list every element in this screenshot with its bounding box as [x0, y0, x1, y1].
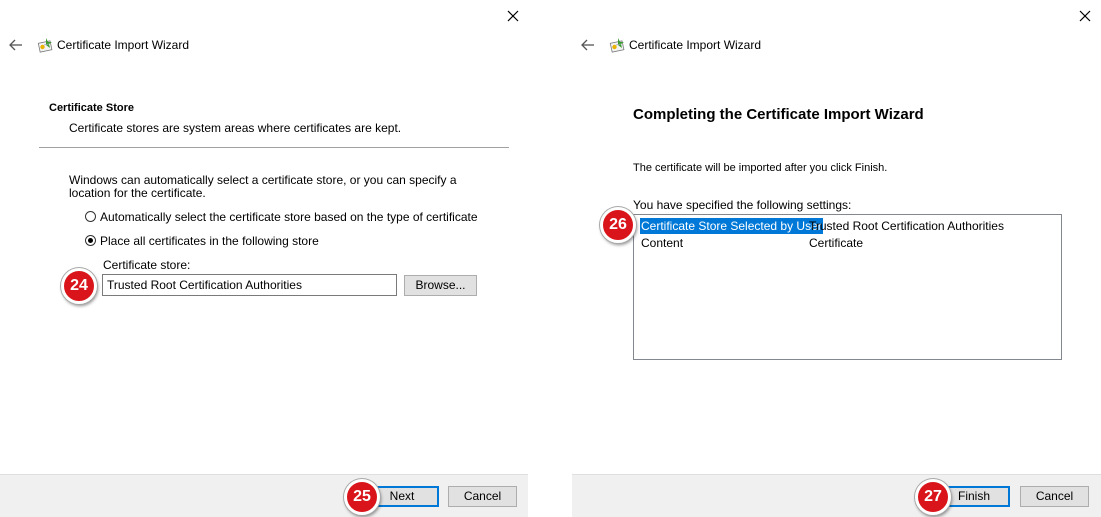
- radio-place-label: Place all certificates in the following …: [100, 234, 319, 248]
- settings-value: Certificate: [809, 236, 864, 250]
- browse-button[interactable]: Browse...: [404, 275, 477, 296]
- back-arrow-icon[interactable]: [580, 37, 596, 53]
- settings-row[interactable]: Content Certificate: [640, 235, 1055, 251]
- step-badge-25: 25: [344, 479, 380, 515]
- step-badge-26: 26: [600, 207, 636, 243]
- intro-text: Windows can automatically select a certi…: [69, 173, 457, 200]
- certificate-store-window: Certificate Import Wizard Certificate St…: [0, 0, 528, 517]
- settings-label: You have specified the following setting…: [633, 198, 852, 212]
- wizard-footer: Finish Cancel 27: [572, 474, 1101, 517]
- step-badge-24: 24: [61, 268, 97, 304]
- window-title: Certificate Import Wizard: [57, 38, 190, 52]
- close-icon[interactable]: [503, 6, 523, 26]
- section-description: Certificate stores are system areas wher…: [69, 121, 402, 135]
- certificate-wizard-icon: [609, 38, 625, 53]
- radio-place-in-store[interactable]: Place all certificates in the following …: [85, 234, 345, 250]
- step-badge-27: 27: [915, 479, 951, 515]
- completing-wizard-window: Certificate Import Wizard Completing the…: [572, 0, 1101, 517]
- radio-auto-indicator[interactable]: [85, 211, 96, 222]
- certificate-store-field[interactable]: Trusted Root Certification Authorities: [102, 274, 397, 296]
- certificate-store-label: Certificate store:: [103, 258, 191, 272]
- settings-row[interactable]: Certificate Store Selected by User Trust…: [640, 218, 1055, 234]
- back-arrow-icon[interactable]: [8, 37, 24, 53]
- cancel-button[interactable]: Cancel: [1020, 486, 1089, 507]
- header-divider: [39, 147, 509, 148]
- certificate-wizard-icon: [37, 38, 53, 53]
- radio-auto-select[interactable]: Automatically select the certificate sto…: [85, 210, 478, 226]
- settings-key: Content: [641, 236, 684, 250]
- settings-value: Trusted Root Certification Authorities: [809, 219, 1004, 233]
- section-heading: Certificate Store: [49, 102, 134, 114]
- completion-heading: Completing the Certificate Import Wizard: [633, 106, 924, 123]
- radio-auto-label: Automatically select the certificate sto…: [100, 210, 478, 224]
- import-info-text: The certificate will be imported after y…: [633, 162, 888, 174]
- close-icon[interactable]: [1075, 6, 1095, 26]
- settings-key-selected: Certificate Store Selected by User: [640, 218, 823, 234]
- radio-place-indicator[interactable]: [85, 235, 96, 246]
- wizard-footer: Next Cancel 25: [0, 474, 528, 517]
- cancel-button[interactable]: Cancel: [448, 486, 517, 507]
- settings-list[interactable]: Certificate Store Selected by User Trust…: [633, 214, 1062, 360]
- window-title: Certificate Import Wizard: [629, 38, 762, 52]
